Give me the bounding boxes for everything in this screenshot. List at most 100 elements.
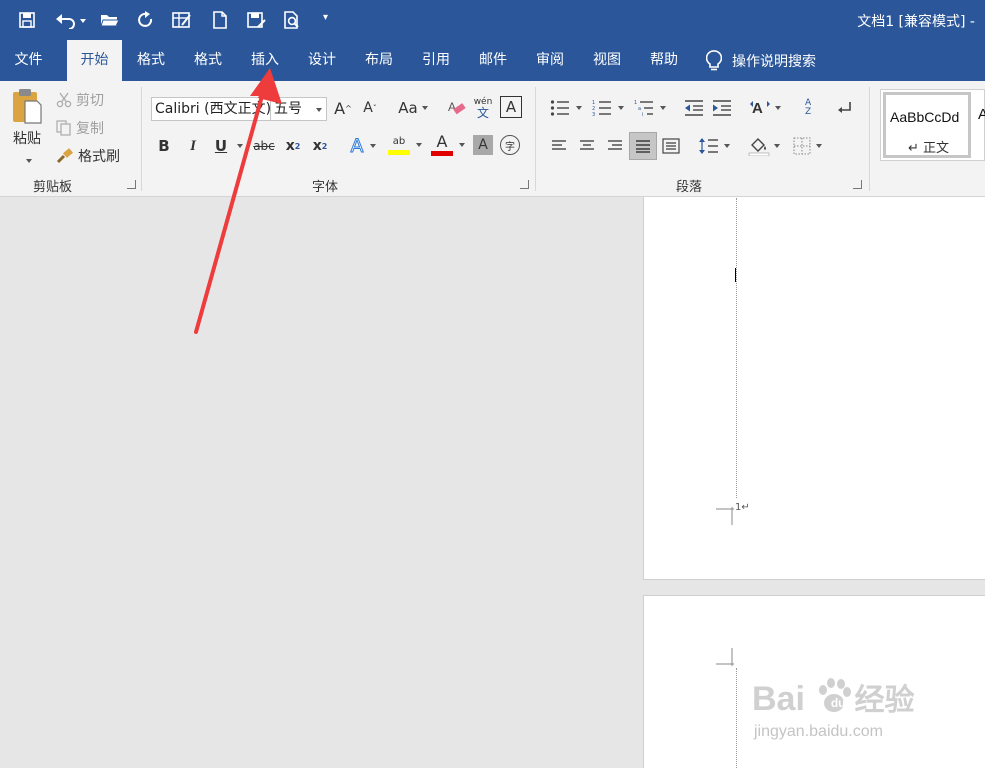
undo-icon[interactable]: [53, 9, 89, 31]
font-size-box[interactable]: 五号: [270, 97, 327, 121]
underline-button[interactable]: U: [210, 135, 248, 157]
tab-format-1[interactable]: 格式: [125, 40, 177, 81]
enclose-characters-label: 字: [505, 141, 515, 153]
borders-button[interactable]: [788, 134, 826, 158]
paragraph-launcher-icon[interactable]: [853, 180, 862, 189]
open-folder-icon[interactable]: [99, 9, 121, 31]
text-cursor: [735, 268, 736, 282]
subscript-label: x: [285, 138, 295, 154]
font-color-button[interactable]: A: [428, 131, 468, 159]
clipboard-launcher-icon[interactable]: [127, 180, 136, 189]
save-icon[interactable]: [16, 9, 38, 31]
shading-dropdown-icon[interactable]: [774, 144, 780, 148]
tab-review[interactable]: 审阅: [524, 40, 576, 81]
align-center-button[interactable]: [576, 135, 598, 157]
superscript-button[interactable]: x2: [310, 135, 330, 157]
paste-button[interactable]: 粘贴: [6, 87, 48, 167]
bold-button[interactable]: B: [154, 135, 174, 157]
font-launcher-icon[interactable]: [520, 180, 529, 189]
tell-me-search[interactable]: 操作说明搜索: [706, 40, 816, 81]
tab-format-2[interactable]: 格式: [182, 40, 234, 81]
line-spacing-button[interactable]: [696, 135, 732, 157]
tab-references[interactable]: 引用: [410, 40, 462, 81]
format-painter-button[interactable]: 格式刷: [56, 146, 120, 166]
align-right-button[interactable]: [604, 135, 626, 157]
multilevel-list-icon: 1ai: [634, 100, 653, 117]
chinese-layout-button[interactable]: A: [746, 96, 784, 120]
enclose-characters-button[interactable]: 字: [500, 135, 520, 155]
shrink-font-button[interactable]: Aˇ: [360, 97, 380, 119]
superscript-label: x: [312, 138, 322, 154]
phonetic-bottom-label: 文: [476, 105, 489, 120]
justify-icon: [636, 140, 650, 153]
shading-button[interactable]: [745, 134, 783, 158]
style-next-sample[interactable]: A: [978, 106, 985, 123]
bullets-dropdown-icon[interactable]: [576, 106, 582, 110]
underline-dropdown-icon[interactable]: [237, 144, 244, 148]
grow-font-button[interactable]: A ^: [333, 97, 353, 119]
multilevel-list-button[interactable]: 1ai: [632, 96, 668, 120]
highlighter-icon: ab: [388, 136, 410, 155]
justify-button[interactable]: [629, 132, 657, 160]
font-name-box[interactable]: Calibri (西文正文): [151, 97, 271, 121]
italic-button[interactable]: I: [183, 135, 203, 157]
increase-indent-button[interactable]: [710, 96, 734, 120]
line-spacing-dropdown-icon[interactable]: [723, 144, 730, 148]
style-normal[interactable]: AaBbCcDd ↵ 正文: [883, 92, 971, 158]
text-effects-button[interactable]: A: [346, 134, 380, 158]
tab-layout[interactable]: 布局: [353, 40, 405, 81]
character-shading-button[interactable]: A: [473, 135, 493, 155]
sort-button[interactable]: A Z: [798, 96, 822, 120]
clear-formatting-button[interactable]: A: [446, 96, 468, 120]
watermark-brand: Bai du 经验: [752, 675, 915, 719]
save-as-icon[interactable]: [245, 9, 267, 31]
font-color-dropdown-icon[interactable]: [459, 143, 465, 147]
print-preview-icon[interactable]: [282, 9, 304, 31]
numbering-button[interactable]: 123: [590, 96, 626, 120]
tab-mailings[interactable]: 邮件: [467, 40, 519, 81]
font-size-dropdown-icon[interactable]: [316, 108, 322, 112]
distributed-button[interactable]: [660, 135, 682, 157]
decrease-indent-button[interactable]: [682, 96, 706, 120]
align-left-button[interactable]: [548, 135, 570, 157]
borders-dropdown-icon[interactable]: [815, 144, 822, 148]
character-border-label: A: [505, 98, 517, 116]
paste-dropdown-icon[interactable]: [26, 159, 32, 163]
numbering-dropdown-icon[interactable]: [618, 106, 624, 110]
multilevel-list-dropdown-icon[interactable]: [660, 106, 666, 110]
change-case-dropdown-icon[interactable]: [421, 106, 428, 110]
bullets-icon: [550, 100, 569, 116]
show-marks-button[interactable]: [834, 96, 856, 120]
chinese-layout-dropdown-icon[interactable]: [775, 106, 781, 110]
table-icon[interactable]: [171, 9, 193, 31]
text-effects-label: A: [350, 135, 364, 158]
redo-icon[interactable]: [135, 9, 157, 31]
new-document-icon[interactable]: [209, 9, 231, 31]
strikethrough-button[interactable]: abc: [251, 135, 277, 157]
bullets-button[interactable]: [548, 96, 584, 120]
character-border-button[interactable]: A: [500, 96, 522, 118]
tab-file[interactable]: 文件: [0, 40, 57, 81]
copy-button[interactable]: 复制: [56, 118, 104, 138]
highlight-button[interactable]: ab: [385, 131, 425, 159]
text-effects-dropdown-icon[interactable]: [369, 144, 376, 148]
svg-text:A: A: [752, 100, 763, 117]
phonetic-guide-button[interactable]: wén 文: [472, 95, 494, 121]
subscript-button[interactable]: x2: [283, 135, 303, 157]
page[interactable]: 1↵: [643, 197, 985, 580]
styles-gallery: AaBbCcDd ↵ 正文 A: [880, 89, 985, 161]
clipboard-group-label: 剪贴板: [33, 180, 73, 195]
page-number-text: 1: [735, 502, 742, 513]
paint-bucket-icon: [748, 138, 770, 156]
tab-help[interactable]: 帮助: [638, 40, 690, 81]
highlight-dropdown-icon[interactable]: [416, 143, 422, 147]
tab-view[interactable]: 视图: [581, 40, 633, 81]
tab-insert[interactable]: 插入: [239, 40, 291, 81]
watermark-brand-paw: du: [830, 696, 846, 710]
change-case-button[interactable]: Aa: [396, 97, 430, 119]
tab-design[interactable]: 设计: [296, 40, 348, 81]
character-shading-label: A: [478, 137, 488, 153]
tab-home[interactable]: 开始: [67, 40, 122, 81]
cut-button[interactable]: 剪切: [56, 90, 104, 110]
customize-qat-button[interactable]: ▾: [323, 12, 328, 23]
